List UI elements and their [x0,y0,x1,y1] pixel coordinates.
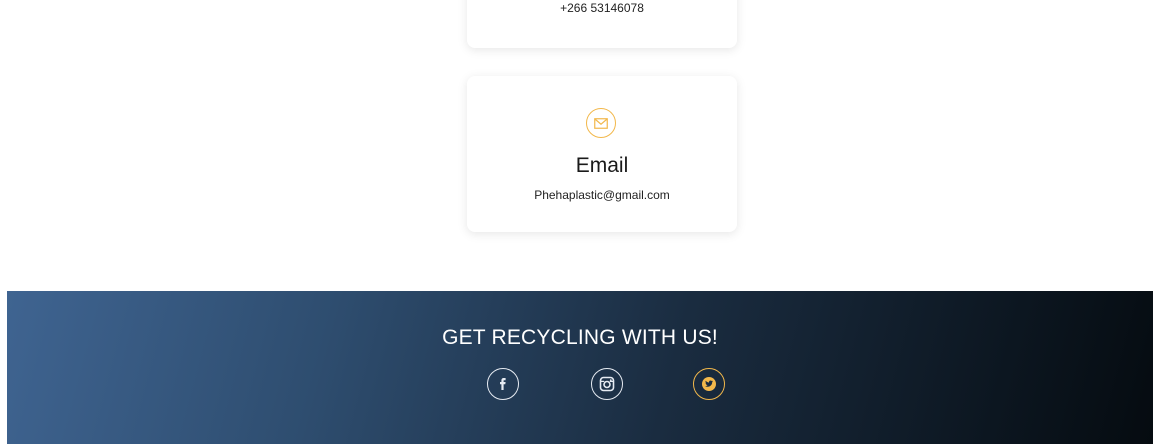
twitter-icon [701,376,717,392]
page: +266 53146078 Email Phehaplastic@gmail.c… [0,0,1153,444]
instagram-link[interactable] [591,368,623,400]
footer-title: GET RECYCLING WITH US! [442,326,718,349]
phone-value: +266 53146078 [560,1,644,15]
email-value[interactable]: Phehaplastic@gmail.com [467,188,737,202]
instagram-icon [599,376,615,392]
email-title: Email [575,154,629,177]
envelope-icon [586,108,616,138]
email-card: Email Phehaplastic@gmail.com [467,76,737,232]
twitter-link[interactable] [693,368,725,400]
facebook-icon [497,377,509,391]
footer: GET RECYCLING WITH US! [7,291,1153,444]
phone-card: +266 53146078 [467,0,737,48]
facebook-link[interactable] [487,368,519,400]
